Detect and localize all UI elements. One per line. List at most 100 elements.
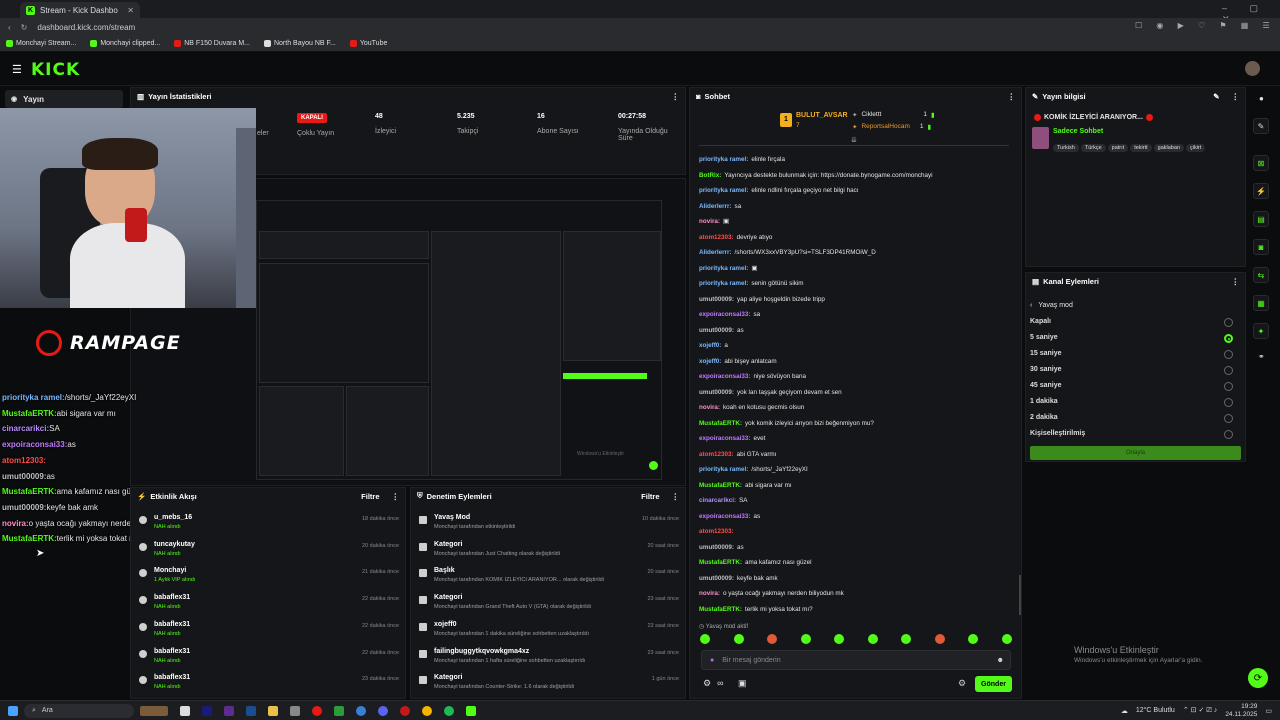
photoshop-icon[interactable] (246, 705, 256, 716)
hamburger-menu-icon[interactable]: ☰ (12, 63, 22, 76)
chat-message[interactable]: umut00009: keyfe bak amk (699, 571, 1015, 587)
tray-icons[interactable]: ⌃ ⊡ ✓ ⎚ ♪ (1183, 706, 1217, 715)
filter-button[interactable]: Filtre (641, 492, 659, 501)
chat-username[interactable]: expoiraconsai33: (699, 311, 750, 318)
kick-app-icon[interactable] (466, 705, 476, 716)
chat-message[interactable]: Aliderlerrr: sa (699, 199, 1015, 215)
radio-button[interactable] (1224, 430, 1233, 439)
chat-message[interactable]: xojeff0: a (699, 338, 1015, 354)
radio-button[interactable] (1224, 398, 1233, 407)
emote-icon[interactable] (1001, 634, 1012, 644)
bookmark-item[interactable]: YouTube (349, 40, 387, 47)
activity-row[interactable]: Monchayi 1 Aylık VIP alındı 21 dakika önce (131, 565, 405, 592)
chat-message[interactable]: novira: o yaşta ocağı yakmayı nerden bili… (699, 586, 1015, 602)
premiere-icon[interactable] (202, 705, 212, 716)
reload-icon[interactable]: ↻ (21, 23, 28, 32)
radio-button[interactable] (1224, 382, 1233, 391)
emote-icon[interactable] (834, 634, 845, 644)
chat-message[interactable]: MustafaERTK: terlik mi yoksa tokat mı? (699, 602, 1015, 618)
chat-username[interactable]: expoiraconsai33: (699, 435, 750, 442)
chat-message[interactable]: priorityka ramel: elinle fırçala (699, 152, 1015, 168)
bookmark-item[interactable]: Monchayi clipped... (90, 40, 160, 47)
more-options-icon[interactable]: ⋮ (1008, 92, 1016, 101)
stream-tag[interactable]: gaklaban (1153, 144, 1184, 152)
chat-username[interactable]: priorityka ramel: (699, 466, 748, 473)
chat-message[interactable]: priorityka ramel:/shorts/_JaYf22eyXI (699, 462, 1015, 478)
chat-message[interactable]: umut00009: as (699, 323, 1015, 339)
chat-message[interactable]: Aliderlerrr:/shorts/WX3xxVBY3pU?si=TSLF3… (699, 245, 1015, 261)
chat-message[interactable]: MustafaERTK: yok komik izleyici arıyon bi… (699, 416, 1015, 432)
app-icon[interactable] (290, 705, 300, 716)
more-options-icon[interactable]: ⋮ (672, 92, 680, 101)
moderation-row[interactable]: xojeff0 Monchayi tarafından 1 dakika süre… (411, 619, 685, 646)
chat-message[interactable]: expoiraconsai33: evet (699, 431, 1015, 447)
bookmark-item[interactable]: North Bayou NB F... (263, 40, 336, 47)
chat-username[interactable]: atom12303: (699, 451, 734, 458)
chat-message[interactable]: atom12303: (699, 524, 1015, 540)
clock[interactable]: 19:29 24.11.2025 (1225, 703, 1257, 719)
chat-message[interactable]: priorityka ramel: ▣ (699, 261, 1015, 277)
stream-preview[interactable]: Windows'u Etkinleştir (256, 200, 662, 480)
browser-tab[interactable]: K Stream - Kick Dashbo ✕ (20, 2, 140, 18)
radio-button[interactable] (1224, 414, 1233, 423)
chat-message[interactable]: novira: ▣ (699, 214, 1015, 230)
emote-icon[interactable] (867, 634, 878, 644)
slow-mode-option[interactable]: 30 saniye (1030, 366, 1062, 373)
radio-button[interactable] (1224, 350, 1233, 359)
chat-username[interactable]: MustafaERTK: (699, 482, 742, 489)
chat-message[interactable]: priorityka ramel: senin götünü sikim (699, 276, 1015, 292)
excel-icon[interactable] (334, 705, 344, 716)
slow-mode-option[interactable]: 45 saniye (1030, 382, 1062, 389)
settings-gear-icon[interactable]: ⚙ (958, 678, 966, 689)
moderation-row[interactable]: Başlık Monchayi tarafından KOMİK İZLEYİCİ… (411, 565, 685, 592)
chat-username[interactable]: priorityka ramel: (699, 265, 748, 272)
chat-username[interactable]: BotRix: (699, 172, 721, 179)
spotify-icon[interactable] (444, 705, 454, 716)
emoji-icon[interactable]: ☻ (997, 657, 1004, 664)
chat-username[interactable]: xojeff0: (699, 342, 721, 349)
chat-username[interactable]: umut00009: (699, 296, 734, 303)
chrome-icon[interactable] (422, 705, 432, 716)
document-icon[interactable]: ▤ (1253, 211, 1269, 227)
activity-row[interactable]: babaflex31 NAH alındı 22 dakika önce (131, 646, 405, 673)
chat-message[interactable]: novira: koah en kotusu gecmis olsun (699, 400, 1015, 416)
kick-logo[interactable]: KICK (31, 60, 80, 80)
more-options-icon[interactable]: ⋮ (1232, 92, 1240, 101)
chat-username[interactable]: priorityka ramel: (699, 187, 748, 194)
moderation-row[interactable]: failingbuggytkqvowkgma4xz Monchayi tarafı… (411, 646, 685, 673)
chat-username[interactable]: umut00009: (699, 544, 734, 551)
emote-icon[interactable] (901, 634, 912, 644)
folder-icon[interactable] (268, 705, 278, 716)
chat-message[interactable]: umut00009: yap aliye hoşgeldin bizede tri… (699, 292, 1015, 308)
slow-mode-option[interactable]: 5 saniye (1030, 334, 1058, 341)
avatar[interactable] (1245, 61, 1260, 76)
chat-input[interactable]: ● Bir mesaj gönderin ☻ (701, 650, 1011, 670)
chat-username[interactable]: MustafaERTK: (699, 420, 742, 427)
taskbar-search[interactable]: ⌕ Ara (24, 703, 134, 718)
chat-username[interactable]: xojeff0: (699, 358, 721, 365)
slow-mode-option[interactable]: 15 saniye (1030, 350, 1062, 357)
confirm-button[interactable]: Onayla (1030, 446, 1241, 460)
more-options-icon[interactable]: ⋮ (672, 492, 680, 501)
emote-icon[interactable] (934, 634, 945, 644)
mic-icon[interactable]: ● (710, 657, 714, 664)
chat-username[interactable]: Aliderlerrr: (699, 203, 732, 210)
activity-row[interactable]: babaflex31 NAH alındı 22 dakika önce (131, 619, 405, 646)
chat-username[interactable]: atom12303: (699, 234, 734, 241)
slow-mode-option[interactable]: 1 dakika (1030, 398, 1058, 405)
activity-row[interactable]: tuncaykutay NAH alındı 20 dakika önce (131, 539, 405, 566)
activity-row[interactable]: u_mebs_16 NAH alındı 18 dakika önce (131, 512, 405, 539)
chat-username[interactable]: priorityka ramel: (699, 156, 748, 163)
chat-message[interactable]: MustafaERTK: abi sigara var mı (699, 478, 1015, 494)
chat-message[interactable]: atom12303: devriye atıyo (699, 230, 1015, 246)
chat-username[interactable]: umut00009: (699, 389, 734, 396)
bookmark-item[interactable]: NB F150 Duvara M... (174, 40, 250, 47)
after-effects-icon[interactable] (224, 705, 234, 716)
slow-mode-option[interactable]: Kapalı (1030, 318, 1051, 325)
chat-username[interactable]: expoiraconsai33: (699, 513, 750, 520)
stream-tag[interactable]: tekirtt (1130, 144, 1152, 152)
chat-username[interactable]: MustafaERTK: (699, 606, 742, 613)
emote-icon[interactable] (800, 634, 811, 644)
chat-username[interactable]: atom12303: (699, 528, 734, 535)
help-chat-icon[interactable]: ⟳ (1248, 668, 1268, 688)
